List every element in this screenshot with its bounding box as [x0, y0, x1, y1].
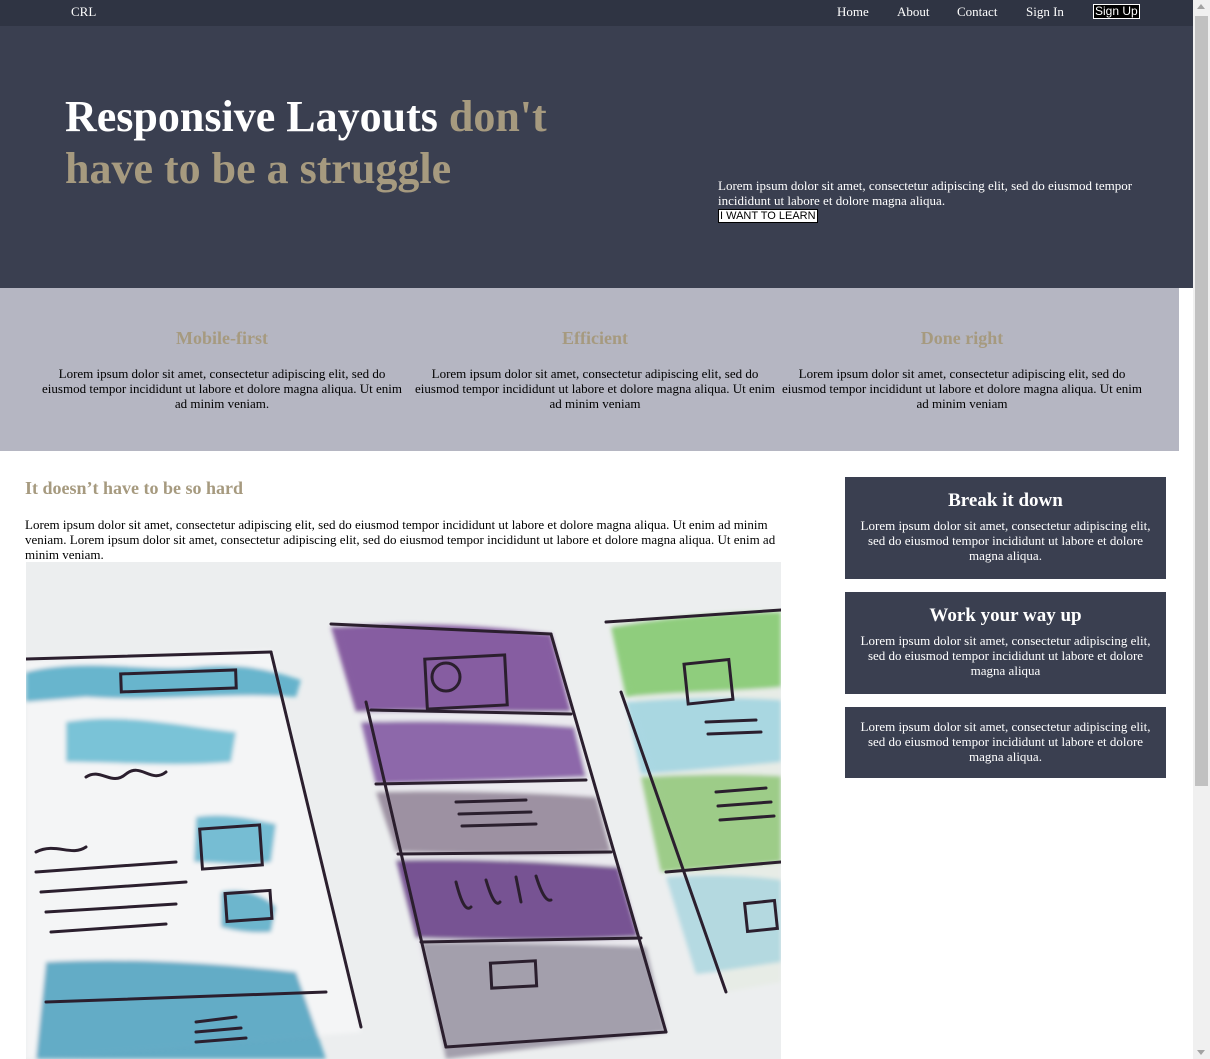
hero-title-main: Responsive Layouts [65, 92, 438, 141]
nav-link-home[interactable]: Home [837, 4, 869, 20]
card-untitled: Lorem ipsum dolor sit amet, consectetur … [845, 707, 1166, 778]
card-text: Lorem ipsum dolor sit amet, consectetur … [860, 719, 1151, 764]
hero-title: Responsive Layouts don't have to be a st… [65, 91, 585, 195]
nav-link-about[interactable]: About [897, 4, 930, 20]
card-break-it-down: Break it down Lorem ipsum dolor sit amet… [845, 477, 1166, 579]
main-body: Lorem ipsum dolor sit amet, consectetur … [25, 517, 776, 562]
nav-link-contact[interactable]: Contact [957, 4, 997, 20]
hero-blurb: Lorem ipsum dolor sit amet, consectetur … [718, 178, 1133, 208]
feature-title: Done right [920, 328, 1004, 348]
wireframe-sketch-image [26, 562, 781, 1059]
feature-title: Efficient [562, 328, 628, 348]
card-text: Lorem ipsum dolor sit amet, consectetur … [860, 518, 1151, 563]
top-nav: CRL Home About Contact Sign In Sign Up [0, 0, 1193, 26]
scroll-up-arrow-icon[interactable] [1197, 4, 1205, 9]
sign-up-button[interactable]: Sign Up [1093, 4, 1140, 19]
feature-done-right: Done right Lorem ipsum dolor sit amet, c… [777, 328, 1147, 411]
card-work-your-way-up: Work your way up Lorem ipsum dolor sit a… [845, 592, 1166, 694]
feature-efficient: Efficient Lorem ipsum dolor sit amet, co… [410, 328, 780, 411]
feature-text: Lorem ipsum dolor sit amet, consectetur … [42, 366, 402, 411]
scroll-down-arrow-icon[interactable] [1197, 1050, 1205, 1055]
feature-title: Mobile-first [176, 328, 268, 348]
nav-link-sign-in[interactable]: Sign In [1026, 4, 1064, 20]
page-scrollbar[interactable] [1193, 0, 1210, 1059]
site-logo[interactable]: CRL [71, 4, 96, 20]
card-text: Lorem ipsum dolor sit amet, consectetur … [860, 633, 1151, 678]
learn-button[interactable]: I WANT TO LEARN [718, 209, 818, 223]
feature-mobile-first: Mobile-first Lorem ipsum dolor sit amet,… [37, 328, 407, 411]
feature-text: Lorem ipsum dolor sit amet, consectetur … [415, 366, 775, 411]
feature-text: Lorem ipsum dolor sit amet, consectetur … [782, 366, 1142, 411]
features-section: Mobile-first Lorem ipsum dolor sit amet,… [0, 288, 1179, 451]
hero-section: Responsive Layouts don't have to be a st… [0, 26, 1193, 288]
scroll-thumb[interactable] [1195, 16, 1208, 786]
main-title: It doesn’t have to be so hard [25, 478, 244, 498]
card-title: Work your way up [929, 605, 1082, 626]
card-title: Break it down [948, 490, 1063, 511]
